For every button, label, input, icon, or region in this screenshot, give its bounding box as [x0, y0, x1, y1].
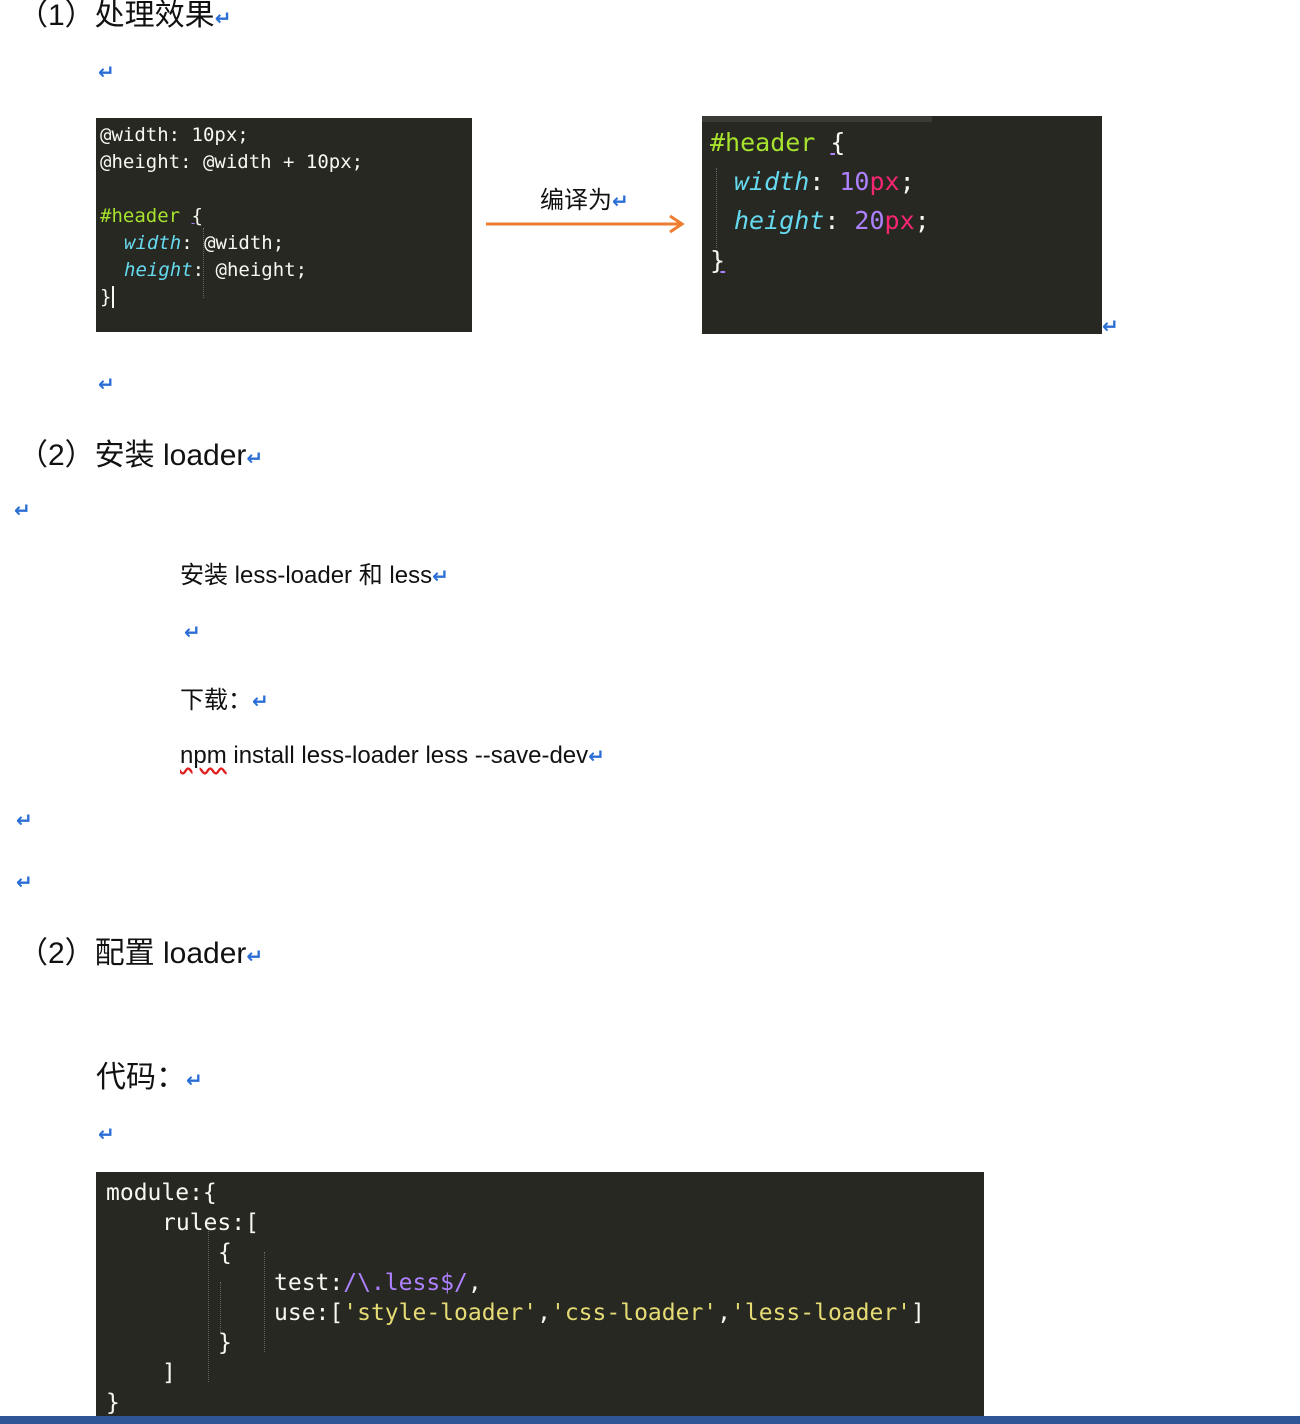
return-icon: ↵ [184, 620, 201, 644]
return-icon: ↵ [1102, 314, 1119, 338]
code-line: @height: @width + 10px; [100, 151, 364, 173]
return-icon: ↵ [612, 189, 629, 213]
code-line: @width: 10px; [100, 124, 249, 146]
compile-arrow-icon [486, 214, 685, 234]
code-line: ] [162, 1360, 176, 1386]
return-icon: ↵ [246, 446, 264, 470]
return-icon: ↵ [98, 60, 115, 84]
compile-label: 编译为↵ [540, 187, 629, 214]
return-icon: ↵ [16, 870, 33, 894]
return-icon: ↵ [98, 372, 115, 396]
code-line: { [218, 1240, 232, 1266]
npm-word: npm [180, 742, 227, 769]
download-label: 下载：↵ [180, 687, 269, 714]
code-line: module:{ [106, 1180, 217, 1206]
code-line: width: 10px; [734, 167, 915, 196]
code-line: } [106, 1390, 120, 1416]
return-icon: ↵ [588, 744, 605, 768]
return-icon: ↵ [98, 1122, 115, 1146]
code-line: } [100, 286, 115, 308]
indent-guide [220, 1282, 221, 1332]
code-line: } [710, 246, 726, 275]
return-icon: ↵ [16, 808, 33, 832]
section-heading-2: （2）安装 loader↵ [18, 439, 264, 472]
section-heading-1: （1）处理效果↵ [18, 0, 232, 32]
code-line: rules:[ [162, 1210, 259, 1236]
bottom-border [0, 1416, 1300, 1424]
code-line: width: @width; [124, 232, 285, 254]
code-label: 代码：↵ [96, 1061, 203, 1094]
return-icon: ↵ [252, 689, 269, 713]
section-heading-3: （2）配置 loader↵ [18, 937, 264, 970]
install-line: 安装 less-loader 和 less↵ [180, 562, 449, 589]
return-icon: ↵ [214, 6, 232, 30]
return-icon: ↵ [14, 498, 31, 522]
return-icon: ↵ [246, 944, 264, 968]
code-line: #header { [710, 128, 846, 157]
indent-guide [716, 168, 717, 248]
code-line: test:/\.less$/, [274, 1270, 482, 1296]
code-line: #header { [100, 205, 203, 227]
indent-guide [208, 1222, 209, 1382]
return-icon: ↵ [432, 564, 449, 588]
less-code-block: @width: 10px; @height: @width + 10px; #h… [96, 118, 472, 332]
tab-strip [702, 116, 932, 122]
code-line: use:['style-loader','css-loader','less-l… [274, 1300, 925, 1326]
return-icon: ↵ [186, 1068, 203, 1092]
code-line: height: @height; [124, 259, 308, 281]
code-line: } [218, 1330, 232, 1356]
npm-command: npm install less-loader less --save-dev↵ [180, 742, 605, 769]
code-line: height: 20px; [734, 206, 930, 235]
indent-guide [264, 1252, 265, 1352]
css-code-block: #header { width: 10px; height: 20px; } [702, 116, 1102, 334]
webpack-config-code-block: module:{ rules:[ { test:/\.less$/, use:[… [96, 1172, 984, 1424]
